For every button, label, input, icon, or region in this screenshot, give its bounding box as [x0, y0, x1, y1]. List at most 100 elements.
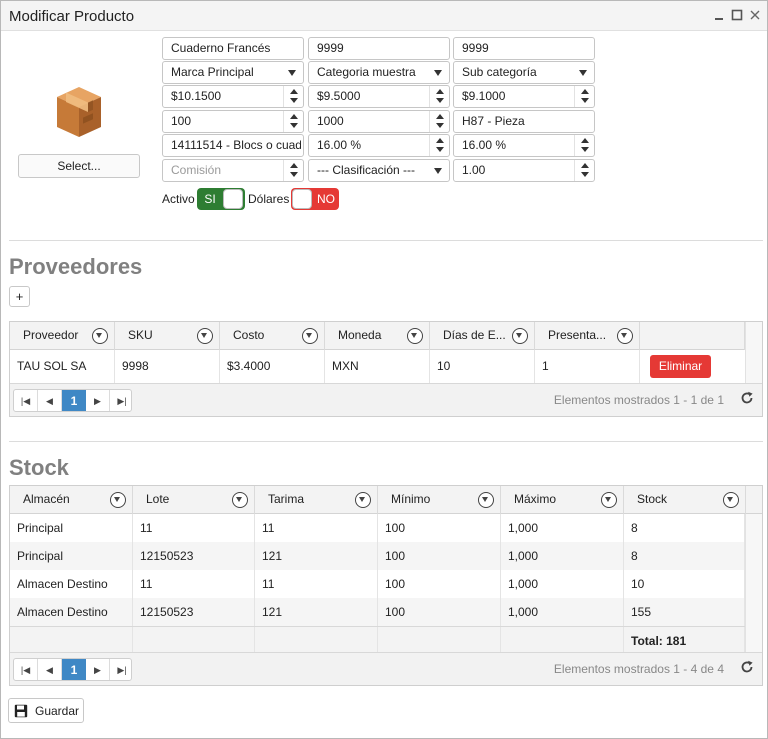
- filter-icon[interactable]: [601, 492, 617, 508]
- table-cell: 11: [133, 514, 255, 542]
- column-header[interactable]: Mínimo: [378, 486, 501, 514]
- stock-grid: Almacén Lote Tarima Mínimo Máximo Stock …: [9, 485, 763, 686]
- spinner-arrows-icon[interactable]: [574, 86, 594, 107]
- maximize-icon[interactable]: [729, 7, 745, 23]
- last-page-icon[interactable]: ▶|: [110, 390, 131, 411]
- unit-input[interactable]: H87 - Pieza: [453, 110, 595, 133]
- spinner-arrows-icon[interactable]: [283, 111, 303, 132]
- first-page-icon[interactable]: |◀: [14, 659, 38, 680]
- price-input-2[interactable]: $9.5000: [308, 85, 450, 108]
- chevron-down-icon: [434, 168, 442, 174]
- filter-icon[interactable]: [512, 328, 528, 344]
- table-row[interactable]: Almacen Destino 12150523 121 100 1,000 1…: [10, 598, 745, 626]
- table-cell: 11: [255, 514, 378, 542]
- refresh-icon[interactable]: [740, 391, 754, 409]
- table-row[interactable]: Principal 11 11 100 1,000 8: [10, 514, 745, 542]
- column-header[interactable]: SKU: [115, 322, 220, 350]
- providers-title: Proveedores: [9, 254, 143, 279]
- activo-toggle[interactable]: SI: [197, 188, 245, 210]
- package-box-icon: [53, 83, 105, 141]
- spinner-arrows-icon[interactable]: [574, 135, 594, 156]
- spinner-arrows-icon[interactable]: [429, 86, 449, 107]
- dolares-toggle[interactable]: NO: [291, 188, 339, 210]
- first-page-icon[interactable]: |◀: [14, 390, 38, 411]
- column-header[interactable]: Stock: [624, 486, 746, 514]
- page-number-button[interactable]: 1: [62, 659, 86, 680]
- spinner-arrows-icon[interactable]: [283, 160, 303, 181]
- column-header[interactable]: Costo: [220, 322, 325, 350]
- brand-select[interactable]: Marca Principal: [162, 61, 304, 84]
- category-select[interactable]: Categoria muestra: [308, 61, 450, 84]
- column-header[interactable]: Lote: [133, 486, 255, 514]
- factor-input[interactable]: 1.00: [453, 159, 595, 182]
- save-button[interactable]: Guardar: [8, 698, 84, 723]
- quantity-input-2[interactable]: 1000: [308, 110, 450, 133]
- previous-page-icon[interactable]: ◀: [38, 659, 62, 680]
- table-cell: 100: [378, 570, 501, 598]
- next-page-icon[interactable]: ▶: [86, 390, 110, 411]
- column-header[interactable]: Almacén: [10, 486, 133, 514]
- refresh-icon[interactable]: [740, 660, 754, 678]
- minimize-icon[interactable]: [711, 7, 727, 23]
- filter-icon[interactable]: [723, 492, 739, 508]
- product-name-input[interactable]: Cuaderno Francés: [162, 37, 304, 60]
- table-row[interactable]: Almacen Destino 11 11 100 1,000 10: [10, 570, 745, 598]
- filter-icon[interactable]: [407, 328, 423, 344]
- classification-select[interactable]: --- Clasificación ---: [308, 159, 450, 182]
- table-cell: $3.4000: [220, 350, 325, 383]
- column-header[interactable]: Días de E...: [430, 322, 535, 350]
- filter-icon[interactable]: [355, 492, 371, 508]
- totals-row: Total: 181: [10, 626, 745, 655]
- filter-icon[interactable]: [197, 328, 213, 344]
- filter-icon[interactable]: [302, 328, 318, 344]
- select-image-button[interactable]: Select...: [18, 154, 140, 178]
- filter-icon[interactable]: [617, 328, 633, 344]
- stock-total: Total: 181: [624, 627, 745, 655]
- table-cell: 12150523: [133, 542, 255, 570]
- code-input-1[interactable]: 9999: [308, 37, 450, 60]
- filter-icon[interactable]: [92, 328, 108, 344]
- column-header[interactable]: Tarima: [255, 486, 378, 514]
- table-row[interactable]: TAU SOL SA 9998 $3.4000 MXN 10 1 Elimina…: [10, 350, 745, 383]
- commission-input[interactable]: Comisión: [162, 159, 304, 182]
- price-input-1[interactable]: $10.1500: [162, 85, 304, 108]
- table-cell: 10: [430, 350, 535, 383]
- tax-input-1[interactable]: 16.00 %: [308, 134, 450, 157]
- previous-page-icon[interactable]: ◀: [38, 390, 62, 411]
- code-input-2[interactable]: 9999: [453, 37, 595, 60]
- spinner-arrows-icon[interactable]: [429, 135, 449, 156]
- filter-icon[interactable]: [478, 492, 494, 508]
- table-cell: Principal: [10, 514, 133, 542]
- filter-icon[interactable]: [232, 492, 248, 508]
- table-row[interactable]: Principal 12150523 121 100 1,000 8: [10, 542, 745, 570]
- close-icon[interactable]: [747, 7, 763, 23]
- pager-info: Elementos mostrados 1 - 4 de 4: [553, 662, 724, 676]
- delete-provider-button[interactable]: Eliminar: [650, 355, 711, 378]
- last-page-icon[interactable]: ▶|: [110, 659, 131, 680]
- sat-code-input[interactable]: 14111514 - Blocs o cuadernos: [162, 134, 304, 157]
- spinner-arrows-icon[interactable]: [574, 160, 594, 181]
- next-page-icon[interactable]: ▶: [86, 659, 110, 680]
- vertical-scrollbar[interactable]: [745, 322, 762, 383]
- tax-input-2[interactable]: 16.00 %: [453, 134, 595, 157]
- quantity-input-1[interactable]: 100: [162, 110, 304, 133]
- chevron-down-icon: [288, 70, 296, 76]
- table-cell: TAU SOL SA: [10, 350, 115, 383]
- vertical-scrollbar[interactable]: [745, 514, 762, 654]
- price-input-3[interactable]: $9.1000: [453, 85, 595, 108]
- table-cell: MXN: [325, 350, 430, 383]
- spinner-arrows-icon[interactable]: [283, 86, 303, 107]
- table-cell: 1,000: [501, 598, 624, 626]
- subcategory-select[interactable]: Sub categoría: [453, 61, 595, 84]
- table-cell: 1,000: [501, 514, 624, 542]
- filter-icon[interactable]: [110, 492, 126, 508]
- column-header[interactable]: Presenta...: [535, 322, 640, 350]
- page-number-button[interactable]: 1: [62, 390, 86, 411]
- column-header[interactable]: Máximo: [501, 486, 624, 514]
- table-cell: 155: [624, 598, 745, 626]
- column-header[interactable]: Moneda: [325, 322, 430, 350]
- column-header[interactable]: Proveedor: [10, 322, 115, 350]
- spinner-arrows-icon[interactable]: [429, 111, 449, 132]
- add-provider-button[interactable]: +: [9, 286, 30, 307]
- product-dialog: Modificar Producto Select... Cuaderno Fr…: [0, 0, 768, 739]
